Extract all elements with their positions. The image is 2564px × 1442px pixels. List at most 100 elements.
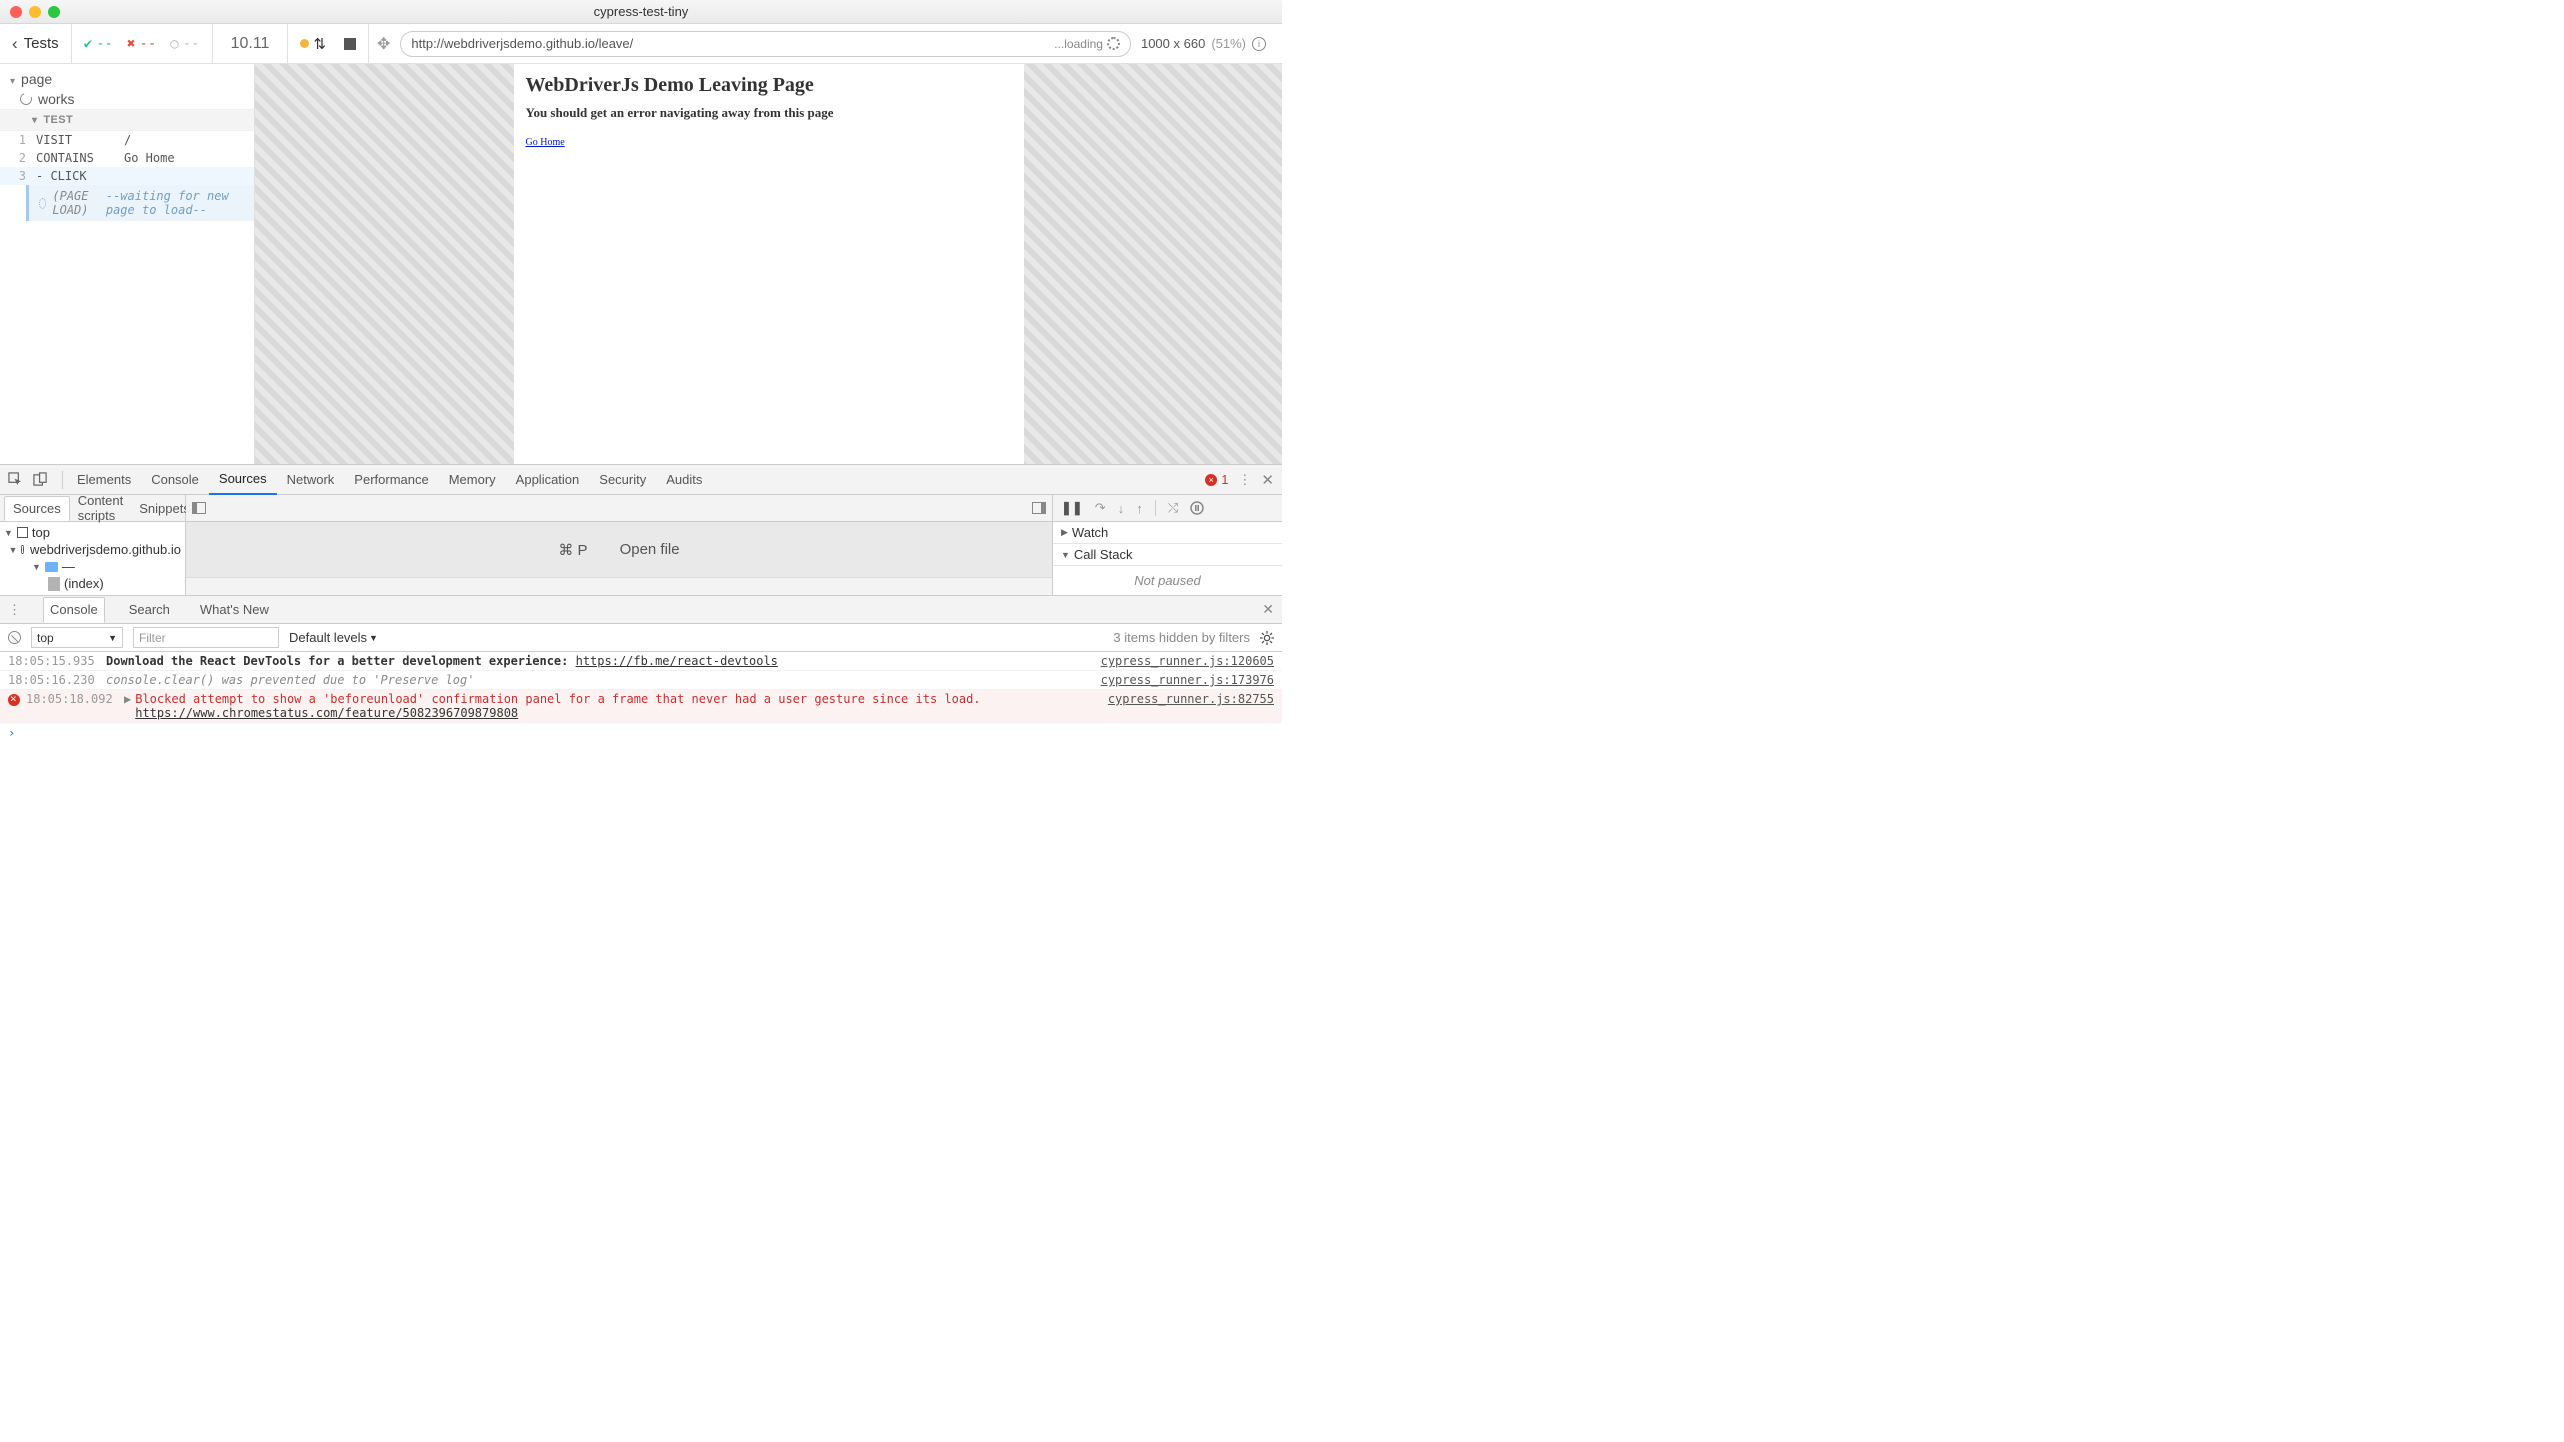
tab-audits[interactable]: Audits — [656, 465, 712, 495]
pause-button[interactable]: ❚❚ — [1061, 500, 1083, 516]
page-load-message: --waiting for new page to load-- — [106, 189, 244, 217]
console-message[interactable]: 18:05:15.935 Download the React DevTools… — [0, 652, 1282, 671]
url-bar[interactable]: http://webdriverjsdemo.github.io/leave/ … — [400, 31, 1131, 57]
step-into-button[interactable]: ↓ — [1118, 501, 1125, 516]
message-source[interactable]: cypress_runner.js:120605 — [1101, 654, 1274, 668]
devtools: Elements Console Sources Network Perform… — [0, 464, 1282, 743]
clear-console-button[interactable] — [8, 631, 21, 644]
tree-domain[interactable]: ▼webdriverjsdemo.github.io — [0, 541, 185, 558]
tab-performance[interactable]: Performance — [344, 465, 438, 495]
toggle-debugger-button[interactable] — [1032, 502, 1046, 514]
test-stats: ✔ -- ✖ -- ○ -- — [72, 24, 213, 63]
back-to-tests-button[interactable]: ‹ Tests — [0, 24, 72, 63]
page-title: WebDriverJs Demo Leaving Page — [526, 74, 1012, 97]
close-devtools-button[interactable]: ✕ — [1261, 471, 1274, 489]
device-toolbar-button[interactable] — [33, 472, 48, 487]
cloud-icon — [21, 545, 24, 554]
selector-playground-button[interactable]: ✥ — [377, 34, 390, 54]
file-icon — [48, 577, 60, 591]
drawer-tab-search[interactable]: Search — [123, 597, 176, 623]
suite-title: page — [21, 71, 52, 87]
step-out-button[interactable]: ↑ — [1136, 501, 1143, 516]
back-label: Tests — [24, 35, 59, 52]
go-home-link[interactable]: Go Home — [526, 137, 565, 148]
sources-navigator: Sources Content scripts Snippets ⋮ ▼top … — [0, 495, 186, 595]
debugger-toolbar: ❚❚ ↷ ↓ ↑ ⤭ — [1053, 495, 1282, 522]
drawer-menu-button[interactable]: ⋮ — [8, 602, 21, 618]
test-controls: ⇅ — [288, 24, 369, 63]
tab-sources[interactable]: Sources — [209, 465, 277, 495]
console-prompt[interactable]: › — [0, 723, 1282, 743]
page-load-label: (PAGE LOAD) — [52, 189, 99, 217]
error-icon — [8, 694, 20, 706]
tab-console[interactable]: Console — [141, 465, 209, 495]
tab-application[interactable]: Application — [506, 465, 590, 495]
test-section-header: TEST — [0, 109, 254, 131]
context-select[interactable]: top▼ — [31, 627, 123, 648]
message-body: Download the React DevTools for a better… — [106, 654, 1093, 668]
tree-file[interactable]: (index) — [0, 575, 185, 592]
watch-section[interactable]: ▶Watch — [1053, 522, 1282, 544]
command-row[interactable]: 3 - CLICK — [0, 167, 254, 185]
url-loading-indicator: ...loading — [1054, 37, 1120, 51]
message-source[interactable]: cypress_runner.js:82755 — [1108, 692, 1274, 706]
viewport-info[interactable]: 1000 x 660 (51%) i — [1141, 36, 1274, 51]
viewport-size: 1000 x 660 — [1141, 36, 1205, 51]
test-row[interactable]: works — [0, 89, 254, 109]
command-log: page works TEST 1 VISIT / 2 CONTAINS Go … — [0, 64, 255, 464]
message-link[interactable]: https://fb.me/react-devtools — [576, 654, 778, 668]
command-row[interactable]: 2 CONTAINS Go Home — [0, 149, 254, 167]
message-timestamp: 18:05:18.092 — [26, 692, 124, 706]
message-timestamp: 18:05:15.935 — [8, 654, 106, 668]
info-icon: i — [1252, 37, 1266, 51]
drawer-tabs: ⋮ Console Search What's New ✕ — [0, 596, 1282, 624]
deactivate-breakpoints-button[interactable]: ⤭ — [1168, 500, 1178, 516]
tree-frame-top[interactable]: ▼top — [0, 524, 185, 541]
url-area: ✥ http://webdriverjsdemo.github.io/leave… — [369, 24, 1282, 63]
runner-header: ‹ Tests ✔ -- ✖ -- ○ -- 10.11 ⇅ ✥ http://… — [0, 24, 1282, 64]
nav-tab-sources[interactable]: Sources — [4, 496, 70, 521]
tree-folder[interactable]: ▼— — [0, 558, 185, 575]
devtools-menu-button[interactable]: ⋮ — [1238, 472, 1251, 488]
step-over-button[interactable]: ↷ — [1095, 500, 1106, 516]
spinner-icon — [1107, 37, 1120, 50]
message-link[interactable]: https://www.chromestatus.com/feature/508… — [135, 706, 518, 720]
expand-icon[interactable]: ▶ — [124, 692, 131, 706]
drawer-tab-console[interactable]: Console — [43, 597, 105, 623]
command-message: / — [124, 133, 131, 147]
tab-memory[interactable]: Memory — [439, 465, 506, 495]
close-drawer-button[interactable]: ✕ — [1262, 601, 1274, 618]
restart-button[interactable]: ⇅ — [300, 35, 326, 53]
caret-down-icon — [32, 114, 37, 126]
aut-iframe[interactable]: WebDriverJs Demo Leaving Page You should… — [514, 64, 1024, 464]
url-text: http://webdriverjsdemo.github.io/leave/ — [411, 36, 633, 51]
test-duration: 10.11 — [213, 24, 289, 63]
error-count-badge[interactable]: ×1 — [1205, 472, 1228, 487]
command-row[interactable]: 1 VISIT / — [0, 131, 254, 149]
tab-network[interactable]: Network — [277, 465, 345, 495]
console-filter-input[interactable]: Filter — [133, 627, 279, 648]
open-file-prompt[interactable]: ⌘ P Open file — [186, 522, 1052, 577]
inspect-element-button[interactable] — [8, 472, 23, 487]
console-settings-button[interactable] — [1260, 631, 1274, 645]
console-error-message[interactable]: 18:05:18.092 ▶ Blocked attempt to show a… — [0, 690, 1282, 723]
pause-on-exceptions-button[interactable] — [1190, 501, 1204, 515]
frame-icon — [17, 527, 28, 538]
callstack-section[interactable]: ▼Call Stack — [1053, 544, 1282, 566]
app-under-test: WebDriverJs Demo Leaving Page You should… — [255, 64, 1282, 464]
log-levels-select[interactable]: Default levels ▼ — [289, 630, 378, 645]
message-timestamp: 18:05:16.230 — [8, 673, 106, 687]
test-title: works — [38, 91, 75, 107]
devtools-tabs: Elements Console Sources Network Perform… — [0, 465, 1282, 495]
sources-editor-area: ⌘ P Open file — [186, 495, 1052, 595]
console-message[interactable]: 18:05:16.230 console.clear() was prevent… — [0, 671, 1282, 690]
command-name: VISIT — [36, 133, 114, 147]
suite-row[interactable]: page — [0, 69, 254, 89]
drawer-tab-whatsnew[interactable]: What's New — [194, 597, 275, 623]
nav-tab-content-scripts[interactable]: Content scripts — [70, 496, 132, 521]
tab-elements[interactable]: Elements — [67, 465, 141, 495]
message-source[interactable]: cypress_runner.js:173976 — [1101, 673, 1274, 687]
toggle-navigator-button[interactable] — [192, 502, 206, 514]
stop-button[interactable] — [344, 38, 356, 50]
tab-security[interactable]: Security — [589, 465, 656, 495]
